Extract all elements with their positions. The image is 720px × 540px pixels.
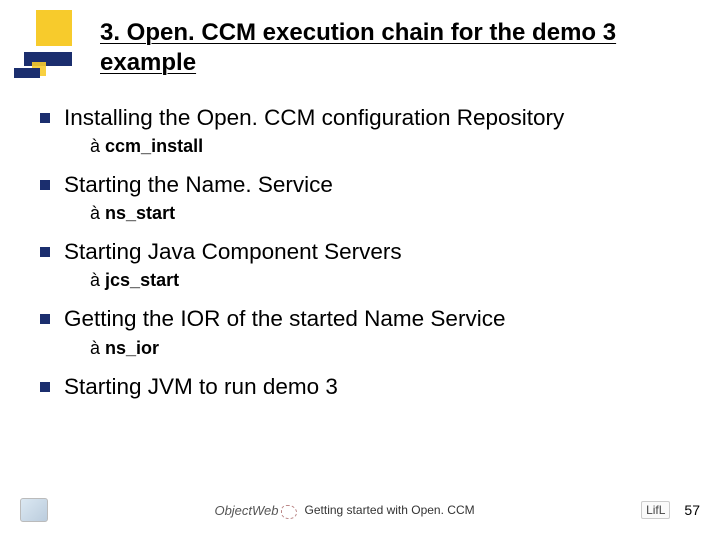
list-item: Installing the Open. CCM configuration R…: [40, 104, 690, 157]
footer-caption: Getting started with Open. CCM: [305, 503, 475, 517]
item-text: Starting JVM to run demo 3: [64, 373, 338, 401]
bullet-icon: [40, 247, 50, 257]
item-command: ns_start: [105, 203, 175, 223]
bullet-icon: [40, 180, 50, 190]
item-text: Getting the IOR of the started Name Serv…: [64, 305, 505, 333]
item-text: Starting Java Component Servers: [64, 238, 402, 266]
objectweb-logo: ObjectWeb: [214, 503, 296, 518]
item-command: ns_ior: [105, 338, 159, 358]
bullet-icon: [40, 382, 50, 392]
item-command: ccm_install: [105, 136, 203, 156]
slide: 3. Open. CCM execution chain for the dem…: [0, 0, 720, 540]
item-command: jcs_start: [105, 270, 179, 290]
list-item: Starting JVM to run demo 3: [40, 373, 690, 401]
arrow-icon: à: [90, 203, 100, 223]
arrow-icon: à: [90, 270, 100, 290]
footer-right: LifL 57: [641, 501, 700, 519]
item-text: Installing the Open. CCM configuration R…: [64, 104, 564, 132]
arrow-icon: à: [90, 338, 100, 358]
footer-center: ObjectWeb Getting started with Open. CCM: [48, 503, 641, 518]
list-item: Starting Java Component Servers à jcs_st…: [40, 238, 690, 291]
decor-bar-navy-small: [14, 68, 40, 78]
slide-footer: ObjectWeb Getting started with Open. CCM…: [0, 490, 720, 530]
arrow-icon: à: [90, 136, 100, 156]
slide-title: 3. Open. CCM execution chain for the dem…: [100, 18, 692, 78]
title-area: 3. Open. CCM execution chain for the dem…: [0, 0, 720, 86]
bullet-icon: [40, 113, 50, 123]
item-text: Starting the Name. Service: [64, 171, 333, 199]
org-logo-icon: [20, 498, 48, 522]
lifl-logo: LifL: [641, 501, 670, 519]
bullet-icon: [40, 314, 50, 324]
page-number: 57: [684, 502, 700, 518]
footer-left: [20, 498, 48, 522]
list-item: Starting the Name. Service à ns_start: [40, 171, 690, 224]
decor-square-yellow-large: [36, 10, 72, 46]
slide-body: Installing the Open. CCM configuration R…: [0, 86, 720, 401]
list-item: Getting the IOR of the started Name Serv…: [40, 305, 690, 358]
